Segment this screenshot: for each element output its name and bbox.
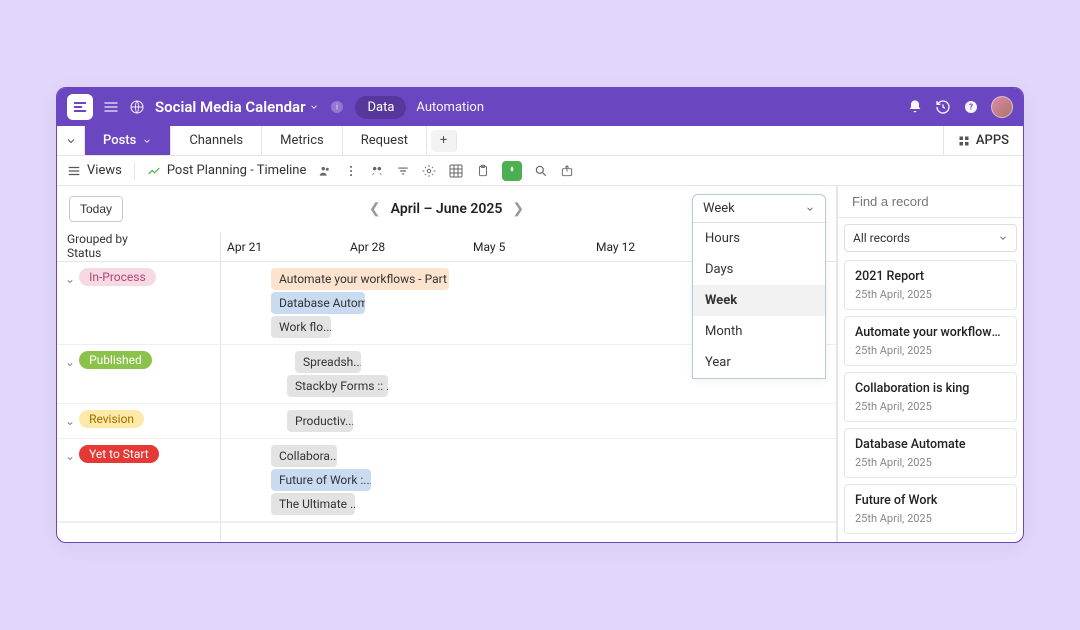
search-input[interactable] — [852, 194, 1023, 209]
settings-icon[interactable] — [422, 164, 436, 178]
timeline-bar[interactable]: Spreadsh... — [295, 351, 361, 373]
record-card[interactable]: Automate your workflows - Par... 25th Apr… — [844, 316, 1017, 366]
record-card[interactable]: Collaboration is king 25th April, 2025 — [844, 372, 1017, 422]
add-tab-button[interactable]: + — [431, 130, 457, 152]
avatar[interactable] — [991, 96, 1013, 118]
history-icon[interactable] — [935, 98, 953, 116]
record-title: Collaboration is king — [855, 381, 1006, 396]
record-panel: ✕ All records 2021 Report 25th April, 202… — [837, 186, 1023, 542]
record-title: Automate your workflows - Par... — [855, 325, 1006, 340]
group-label[interactable]: ⌄Yet to Start — [57, 439, 221, 521]
tab-metrics[interactable]: Metrics — [262, 126, 343, 155]
clipboard-icon[interactable] — [476, 164, 490, 178]
search-icon[interactable] — [534, 164, 548, 178]
help-icon[interactable]: ? — [963, 98, 981, 116]
group-row: ⌄Yet to StartCollabora...Future of Work … — [57, 439, 836, 522]
record-card[interactable]: Future of Work 25th April, 2025 — [844, 484, 1017, 534]
table-tabs: Posts Channels Metrics Request + APPS — [57, 126, 1023, 156]
group-label[interactable]: ⌄In-Process — [57, 262, 221, 344]
zoom-select[interactable]: Week HoursDaysWeekMonthYear — [692, 194, 826, 379]
tab-posts[interactable]: Posts — [85, 126, 171, 155]
record-card[interactable]: 2021 Report 25th April, 2025 — [844, 260, 1017, 310]
bars-container: Collabora...Future of Work :...The Ultim… — [221, 439, 836, 521]
more-icon[interactable] — [344, 164, 358, 178]
prev-range-button[interactable]: ❮ — [369, 201, 381, 217]
bars-container: Productiv... — [221, 404, 836, 438]
record-title: Future of Work — [855, 493, 1006, 508]
date-column: Apr 21 — [221, 232, 344, 261]
zoom-current[interactable]: Week — [693, 195, 825, 223]
tab-request[interactable]: Request — [343, 126, 427, 155]
record-date: 25th April, 2025 — [855, 344, 1006, 357]
zoom-option-month[interactable]: Month — [693, 316, 825, 347]
menu-icon[interactable] — [103, 99, 119, 115]
record-search[interactable]: ✕ — [838, 186, 1023, 218]
today-button[interactable]: Today — [69, 196, 123, 222]
info-icon[interactable]: i — [329, 99, 345, 115]
svg-text:?: ? — [969, 103, 973, 112]
zoom-option-days[interactable]: Days — [693, 254, 825, 285]
share-icon[interactable] — [370, 164, 384, 178]
timeline-bar[interactable]: Future of Work :... — [271, 469, 371, 491]
timeline-bar[interactable]: The Ultimate ... — [271, 493, 355, 515]
status-tag: Revision — [79, 410, 144, 428]
export-icon[interactable] — [560, 164, 574, 178]
expand-tabs-button[interactable] — [57, 126, 85, 155]
timeline-bar[interactable]: Stackby Forms :: ... — [287, 375, 388, 397]
timeline-bar[interactable]: Work flo... — [271, 316, 331, 338]
date-column: May 5 — [467, 232, 590, 261]
timeline-bar[interactable]: Automate your workflows - Part 1 :... — [271, 268, 449, 290]
zoom-option-year[interactable]: Year — [693, 347, 825, 378]
view-toolbar: Views Post Planning - Timeline — [57, 156, 1023, 186]
status-tag: Yet to Start — [79, 445, 159, 463]
workspace-title[interactable]: Social Media Calendar — [155, 98, 319, 116]
record-date: 25th April, 2025 — [855, 456, 1006, 469]
app-logo[interactable] — [67, 94, 93, 120]
timeline-bar[interactable]: Productiv... — [287, 410, 353, 432]
timeline-bar[interactable]: Database Autom... — [271, 292, 365, 314]
status-tag: Published — [79, 351, 152, 369]
record-filter[interactable]: All records — [844, 224, 1017, 252]
date-range-label: April – June 2025 — [391, 201, 503, 217]
record-date: 25th April, 2025 — [855, 288, 1006, 301]
zoom-option-hours[interactable]: Hours — [693, 223, 825, 254]
header-bar: Social Media Calendar i Data Automation … — [57, 88, 1023, 126]
timeline-area: Today ❮ April – June 2025 ❯ Week HoursDa… — [57, 186, 837, 542]
timeline-bar[interactable]: Collabora... — [271, 445, 337, 467]
record-title: Database Automate — [855, 437, 1006, 452]
apps-button[interactable]: APPS — [943, 126, 1023, 155]
filter-icon[interactable] — [396, 164, 410, 178]
data-tab[interactable]: Data — [355, 96, 406, 119]
record-card[interactable]: Database Automate 25th April, 2025 — [844, 428, 1017, 478]
svg-text:i: i — [337, 103, 339, 112]
record-date: 25th April, 2025 — [855, 400, 1006, 413]
group-label[interactable]: ⌄Revision — [57, 404, 221, 438]
timeline-top-bar: Today ❮ April – June 2025 ❯ Week HoursDa… — [57, 186, 836, 232]
group-row: ⌄Revision Productiv... — [57, 404, 836, 439]
date-column: Apr 28 — [344, 232, 467, 261]
globe-icon[interactable] — [129, 99, 145, 115]
app-window: Social Media Calendar i Data Automation … — [56, 87, 1024, 543]
current-view[interactable]: Post Planning - Timeline — [147, 163, 307, 178]
automation-tab[interactable]: Automation — [416, 100, 484, 115]
tab-channels[interactable]: Channels — [171, 126, 262, 155]
status-tag: In-Process — [79, 268, 156, 286]
zoom-option-week[interactable]: Week — [693, 285, 825, 316]
people-icon[interactable] — [318, 164, 332, 178]
views-menu[interactable]: Views — [67, 163, 122, 178]
main-area: Today ❮ April – June 2025 ❯ Week HoursDa… — [57, 186, 1023, 542]
group-label[interactable]: ⌄Published — [57, 345, 221, 403]
bell-icon[interactable] — [907, 98, 925, 116]
record-title: 2021 Report — [855, 269, 1006, 284]
color-icon[interactable] — [502, 161, 522, 181]
grid-icon[interactable] — [448, 163, 464, 179]
group-header: Grouped by Status — [57, 232, 221, 261]
next-range-button[interactable]: ❯ — [512, 201, 524, 217]
record-date: 25th April, 2025 — [855, 512, 1006, 525]
date-range: ❮ April – June 2025 ❯ — [369, 201, 524, 217]
